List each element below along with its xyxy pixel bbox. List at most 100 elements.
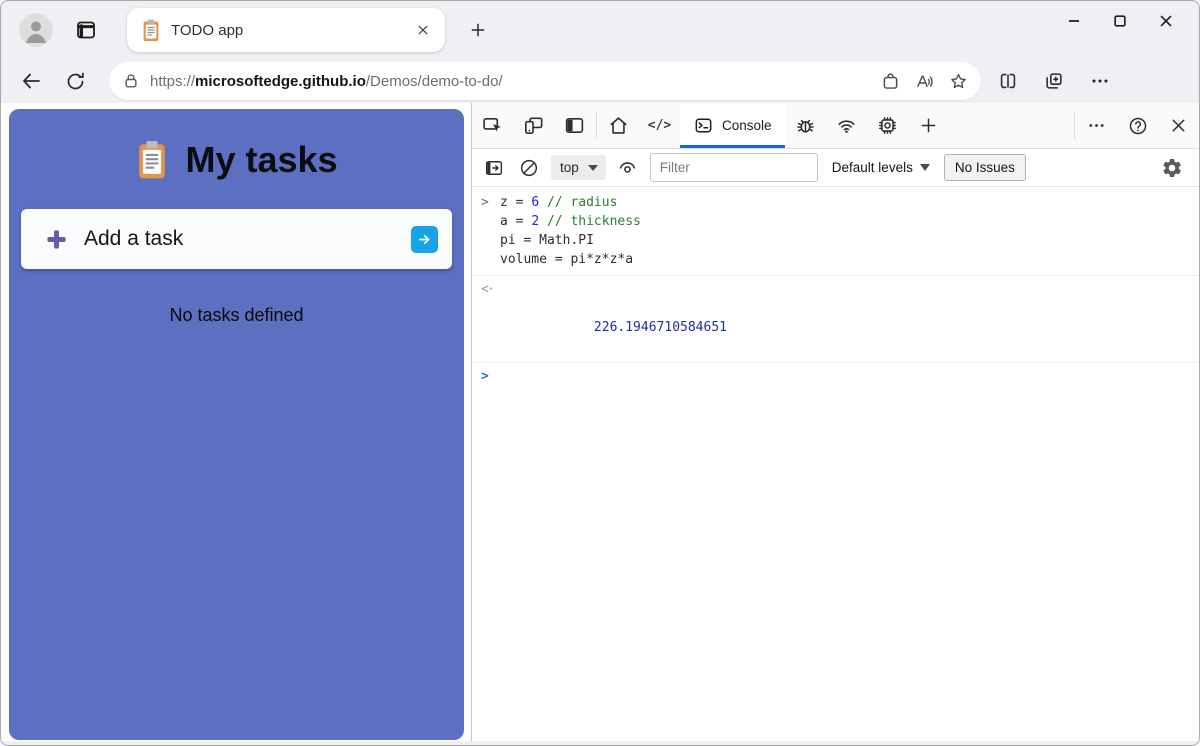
create-live-expression-button[interactable] bbox=[615, 155, 641, 181]
content-area: My tasks Add a task No tasks defined </>… bbox=[1, 103, 1199, 741]
eye-icon bbox=[616, 156, 639, 179]
devtools-network-tab[interactable] bbox=[826, 103, 867, 148]
devtools-performance-tab[interactable] bbox=[867, 103, 908, 148]
minimize-icon bbox=[1063, 10, 1085, 32]
empty-tasks-message: No tasks defined bbox=[169, 305, 304, 325]
refresh-button[interactable] bbox=[57, 63, 93, 99]
help-icon bbox=[1127, 115, 1149, 137]
result-value: 226.1946710584651 bbox=[593, 320, 727, 335]
devtools-sources-tab[interactable]: </> bbox=[639, 103, 680, 148]
plus-icon bbox=[468, 20, 488, 40]
plus-icon bbox=[918, 115, 939, 136]
sidebar-arrow-icon bbox=[483, 157, 505, 179]
collections-icon bbox=[1043, 70, 1065, 92]
devtools-close-button[interactable] bbox=[1158, 103, 1199, 148]
back-button[interactable] bbox=[13, 63, 49, 99]
page-title: My tasks bbox=[185, 139, 338, 180]
code-token: volume = pi*z*z*a bbox=[500, 252, 634, 267]
input-chevron-icon: > bbox=[481, 195, 489, 210]
inspect-element-button[interactable] bbox=[472, 103, 513, 148]
console-prompt-block[interactable]: > bbox=[472, 363, 1199, 430]
memory-chip-icon bbox=[876, 114, 899, 137]
sources-code-icon: </> bbox=[647, 118, 672, 133]
user-avatar-icon bbox=[19, 13, 53, 47]
tab-close-button[interactable] bbox=[409, 16, 437, 44]
devtools-console-tab[interactable]: Console bbox=[680, 103, 785, 148]
issues-counter-button[interactable]: No Issues bbox=[943, 154, 1026, 181]
javascript-context-dropdown[interactable]: top bbox=[551, 155, 606, 180]
device-toolbar-icon bbox=[522, 114, 545, 137]
devtools-tab-bar: </> Console bbox=[472, 103, 1199, 149]
context-label: top bbox=[560, 160, 579, 175]
back-arrow-icon bbox=[19, 69, 43, 93]
console-result-line: <· 226.1946710584651 bbox=[472, 280, 1199, 356]
clear-console-button[interactable] bbox=[516, 155, 542, 181]
new-tab-button[interactable] bbox=[461, 13, 495, 47]
url-host: microsoftedge.github.io bbox=[195, 72, 366, 90]
install-app-button[interactable] bbox=[873, 65, 907, 97]
console-settings-button[interactable] bbox=[1154, 153, 1190, 183]
favorite-star-button[interactable] bbox=[941, 65, 975, 97]
close-window-button[interactable] bbox=[1143, 1, 1189, 41]
profile-avatar[interactable] bbox=[19, 13, 53, 47]
devtools-panel: </> Console top Filter Default levels No… bbox=[471, 103, 1199, 741]
add-task-input[interactable]: Add a task bbox=[21, 209, 452, 269]
devtools-debugger-tab[interactable] bbox=[785, 103, 826, 148]
devtools-home-tab[interactable] bbox=[598, 103, 639, 148]
bug-icon bbox=[794, 114, 817, 137]
return-value-icon: <· bbox=[481, 282, 495, 297]
todo-header: My tasks bbox=[9, 109, 464, 181]
clipboard-icon bbox=[135, 140, 169, 180]
star-icon bbox=[948, 71, 969, 92]
code-token: // radius bbox=[546, 195, 618, 210]
console-filter-input[interactable] bbox=[649, 153, 818, 182]
browser-window: TODO app https://microsoftedge.github.io… bbox=[0, 0, 1200, 746]
active-tab-indicator bbox=[680, 145, 785, 148]
console-icon bbox=[693, 115, 714, 136]
submit-task-button[interactable] bbox=[411, 225, 438, 253]
code-token: // thickness bbox=[546, 214, 641, 229]
console-prompt-line[interactable]: > bbox=[472, 367, 1199, 424]
read-aloud-icon bbox=[914, 71, 935, 92]
workspaces-icon bbox=[74, 18, 98, 42]
log-levels-dropdown[interactable]: Default levels bbox=[832, 160, 930, 175]
close-icon bbox=[1155, 10, 1177, 32]
browser-tab[interactable]: TODO app bbox=[127, 8, 445, 52]
levels-label: Default levels bbox=[831, 160, 913, 175]
read-aloud-button[interactable] bbox=[907, 65, 941, 97]
close-icon bbox=[1168, 115, 1189, 136]
url-text[interactable]: https://microsoftedge.github.io/Demos/de… bbox=[150, 73, 873, 90]
navigation-bar: https://microsoftedge.github.io/Demos/de… bbox=[1, 59, 1199, 103]
console-sidebar-toggle[interactable] bbox=[481, 155, 507, 181]
collections-button[interactable] bbox=[1035, 63, 1073, 99]
console-code-line: > z = 6 // radius bbox=[472, 193, 1199, 212]
plus-icon bbox=[45, 228, 68, 251]
toolbar-separator bbox=[596, 112, 597, 139]
maximize-button[interactable] bbox=[1097, 1, 1143, 41]
console-output[interactable]: > z = 6 // radius a = 2 // thickness pi = M… bbox=[472, 187, 1199, 741]
address-bar[interactable]: https://microsoftedge.github.io/Demos/de… bbox=[109, 62, 981, 100]
window-controls bbox=[1051, 1, 1189, 41]
devtools-help-button[interactable] bbox=[1117, 103, 1158, 148]
device-emulation-button[interactable] bbox=[513, 103, 554, 148]
tab-actions-button[interactable] bbox=[69, 13, 103, 47]
devtools-customize-button[interactable] bbox=[1076, 103, 1117, 148]
console-input-block: > z = 6 // radius a = 2 // thickness pi = M… bbox=[472, 189, 1199, 276]
split-screen-icon bbox=[997, 70, 1019, 92]
tab-title: TODO app bbox=[171, 21, 244, 39]
split-screen-button[interactable] bbox=[989, 63, 1027, 99]
focus-mode-button[interactable] bbox=[554, 103, 595, 148]
close-icon bbox=[416, 23, 430, 37]
browser-menu-button[interactable] bbox=[1081, 63, 1119, 99]
code-token: 2 bbox=[531, 214, 540, 229]
code-token: 6 bbox=[531, 195, 540, 210]
url-path: /Demos/demo-to-do/ bbox=[365, 72, 503, 90]
console-toolbar: top Default levels No Issues bbox=[472, 149, 1199, 187]
more-tools-button[interactable] bbox=[908, 103, 949, 148]
code-token: pi = Math.PI bbox=[500, 233, 594, 248]
maximize-icon bbox=[1109, 10, 1131, 32]
minimize-button[interactable] bbox=[1051, 1, 1097, 41]
refresh-icon bbox=[64, 70, 87, 93]
chevron-down-icon bbox=[919, 164, 930, 171]
